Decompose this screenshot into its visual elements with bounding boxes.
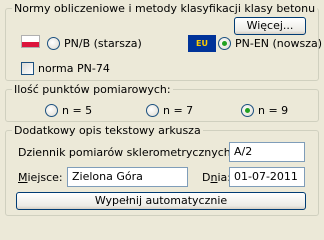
pn74-checkbox-label[interactable]: norma PN-74 (38, 62, 110, 75)
pnen-radio-label[interactable]: PN-EN (nowsza) (235, 37, 322, 50)
date-label: Dnia: (202, 171, 231, 184)
journal-input[interactable]: A/2 (229, 142, 305, 162)
n5-radio[interactable] (45, 104, 58, 117)
pnb-radio[interactable] (47, 37, 60, 50)
description-group: Dodatkowy opis tekstowy arkusza Dziennik… (5, 124, 319, 216)
n7-radio[interactable] (146, 104, 159, 117)
points-group-title: Ilość punktów pomiarowych: (12, 83, 173, 96)
eu-flag-icon: EU (188, 35, 216, 52)
n9-radio-label[interactable]: n = 9 (258, 104, 288, 117)
place-input[interactable]: Zielona Góra (67, 167, 188, 187)
fill-automatically-button[interactable]: Wypełnij automatycznie (16, 192, 306, 210)
norms-group: Normy obliczeniowe i metody klasyfikacji… (5, 2, 322, 81)
eu-flag-label: EU (196, 39, 208, 48)
journal-label: Dziennik pomiarów sklerometrycznych nr: (18, 146, 250, 159)
place-label-accesskey: M (18, 171, 28, 184)
n9-radio[interactable] (241, 104, 254, 117)
pnb-radio-label[interactable]: PN/B (starsza) (64, 37, 142, 50)
description-group-title: Dodatkowy opis tekstowy arkusza (12, 124, 203, 137)
poland-flag-icon (21, 35, 40, 48)
n7-radio-label[interactable]: n = 7 (163, 104, 193, 117)
date-input[interactable]: 01-07-2011 (229, 167, 305, 187)
pn74-checkbox[interactable] (21, 62, 34, 75)
place-label: Miejsce: (18, 171, 63, 184)
norms-group-title: Normy obliczeniowe i metody klasyfikacji… (12, 2, 318, 15)
more-button[interactable]: Więcej... (234, 17, 306, 35)
points-group: Ilość punktów pomiarowych: n = 5 n = 7 n… (5, 83, 319, 122)
n5-radio-label[interactable]: n = 5 (62, 104, 92, 117)
place-label-text: iejsce: (27, 171, 63, 184)
pnen-radio[interactable] (218, 37, 231, 50)
